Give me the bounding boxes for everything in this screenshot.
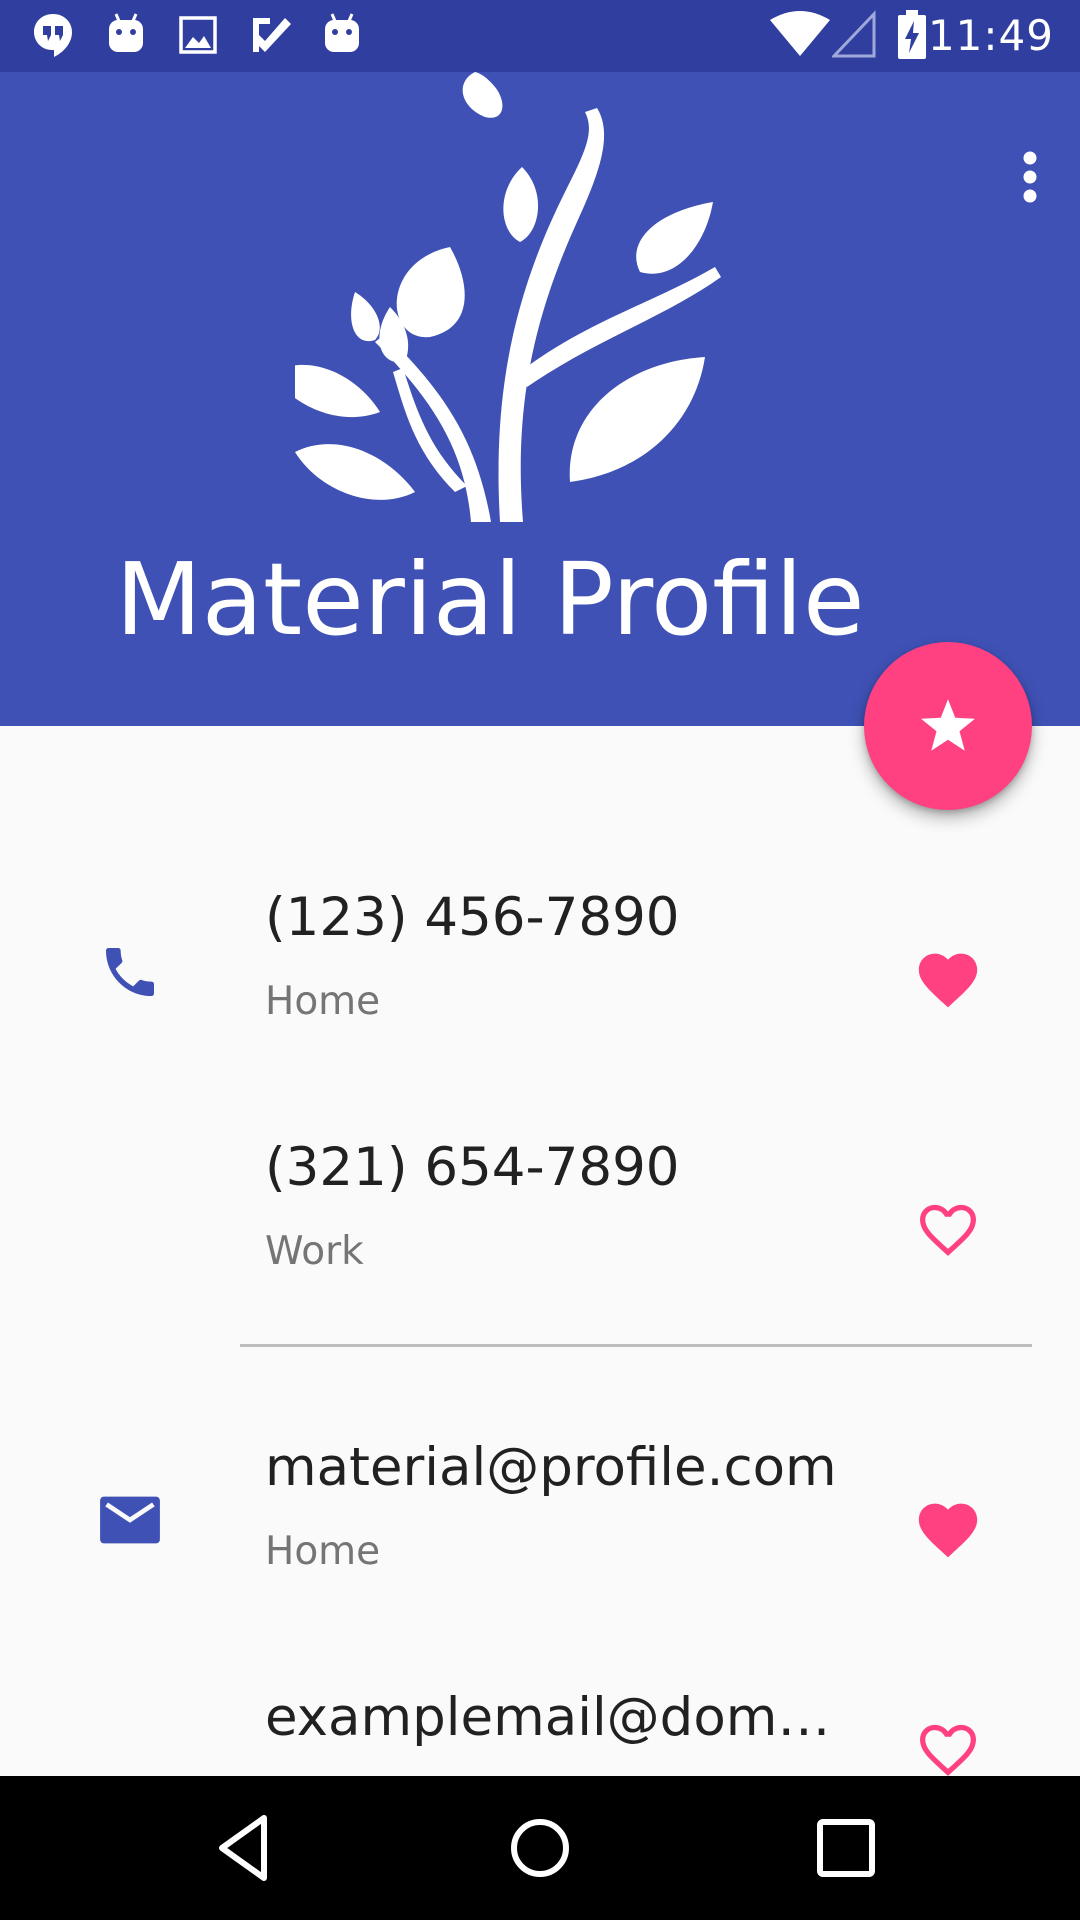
battery-charging-icon bbox=[898, 10, 926, 59]
list-item[interactable]: (321) 654-7890 Work bbox=[0, 1106, 1080, 1356]
contact-label: Work bbox=[265, 1229, 364, 1274]
android-icon bbox=[325, 13, 359, 52]
image-icon bbox=[179, 16, 217, 54]
leaf-plant-logo bbox=[295, 72, 721, 522]
favorite-fab-button[interactable] bbox=[864, 642, 1032, 810]
phone-icon bbox=[106, 948, 154, 996]
heart-outline-icon[interactable] bbox=[913, 1194, 983, 1260]
list-item[interactable]: (123) 456-7890 Home bbox=[0, 856, 1080, 1106]
heart-outline-icon[interactable] bbox=[913, 1714, 983, 1776]
wifi-icon bbox=[770, 11, 830, 56]
contact-label: Home bbox=[265, 979, 381, 1024]
heart-filled-icon[interactable] bbox=[913, 944, 983, 1010]
star-icon bbox=[921, 699, 975, 751]
heart-filled-icon[interactable] bbox=[913, 1494, 983, 1560]
hangouts-icon bbox=[34, 14, 72, 57]
overflow-menu-button[interactable] bbox=[998, 122, 1062, 232]
status-time: 11:49 bbox=[927, 11, 1054, 60]
contact-label: Home bbox=[265, 1529, 381, 1574]
home-icon[interactable] bbox=[500, 1808, 580, 1888]
contact-value: (321) 654-7890 bbox=[265, 1137, 680, 1198]
signal-icon bbox=[832, 10, 876, 58]
check-icon bbox=[253, 18, 291, 52]
more-vert-icon bbox=[1023, 151, 1037, 203]
android-icon bbox=[109, 13, 143, 52]
recents-icon[interactable] bbox=[806, 1808, 886, 1888]
contact-value: material@profile.com bbox=[265, 1437, 837, 1498]
navigation-bar bbox=[0, 1776, 1080, 1920]
profile-header: Material Profile bbox=[0, 72, 1080, 726]
back-icon[interactable] bbox=[212, 1808, 276, 1888]
contact-value: examplemail@domain.com bbox=[265, 1687, 855, 1748]
email-icon bbox=[100, 1496, 160, 1544]
page-title: Material Profile bbox=[115, 541, 865, 658]
status-bar: 11:49 bbox=[0, 0, 1080, 72]
contact-value: (123) 456-7890 bbox=[265, 887, 680, 948]
section-divider bbox=[240, 1344, 1032, 1347]
list-item[interactable]: material@profile.com Home bbox=[0, 1406, 1080, 1656]
list-item[interactable]: examplemail@domain.com bbox=[0, 1656, 1080, 1776]
